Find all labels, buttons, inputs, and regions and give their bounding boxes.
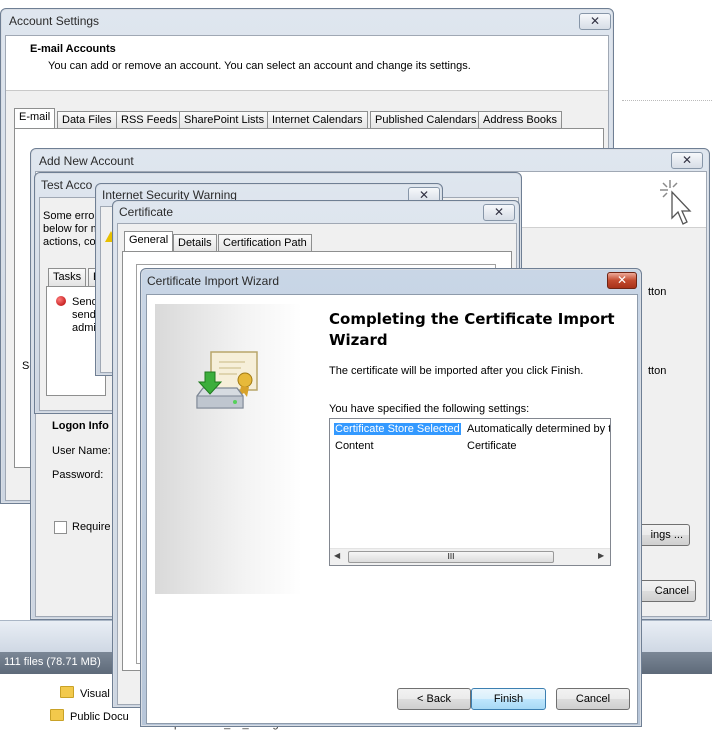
back-button[interactable]: < Back bbox=[397, 688, 471, 710]
email-accounts-heading: E-mail Accounts bbox=[30, 43, 116, 55]
tab-email[interactable]: E-mail bbox=[14, 108, 56, 129]
logon-information-heading: Logon Info bbox=[52, 420, 109, 432]
wizard-heading: Completing the Certificate Import Wizard bbox=[329, 310, 615, 349]
table-row[interactable]: Content Certificate bbox=[334, 439, 608, 455]
finish-button[interactable]: Finish bbox=[471, 688, 546, 710]
close-icon: ✕ bbox=[681, 153, 693, 167]
setting-key: Content bbox=[335, 440, 374, 452]
setting-value: Certificate bbox=[467, 440, 517, 452]
file-count-status: 111 files (78.71 MB) bbox=[4, 656, 101, 668]
window-title: Account Settings bbox=[9, 14, 100, 28]
tree-item-visual[interactable]: Visual bbox=[80, 688, 110, 700]
close-icon: ✕ bbox=[616, 273, 628, 287]
wizard-side-banner bbox=[155, 304, 302, 594]
cancel-button[interactable]: Cancel bbox=[556, 688, 630, 710]
window-title: Certificate Import Wizard bbox=[147, 274, 280, 288]
user-name-label: User Name: bbox=[52, 445, 111, 457]
tab-address-books[interactable]: Address Books bbox=[478, 111, 562, 129]
scroll-grip-icon: III bbox=[447, 552, 455, 561]
close-icon: ✕ bbox=[493, 205, 505, 219]
tab-details[interactable]: Details bbox=[173, 234, 217, 252]
scroll-left-icon[interactable]: ◀ bbox=[334, 551, 340, 560]
close-icon: ✕ bbox=[589, 14, 601, 28]
tab-data-files[interactable]: Data Files bbox=[57, 111, 117, 129]
tab-tasks[interactable]: Tasks bbox=[48, 268, 87, 286]
wizard-client: Completing the Certificate Import Wizard… bbox=[146, 294, 638, 724]
close-button[interactable]: ✕ bbox=[671, 152, 703, 169]
window-title: Test Acco bbox=[41, 178, 93, 192]
mouse-cursor-icon bbox=[660, 180, 692, 225]
close-button[interactable]: ✕ bbox=[579, 13, 611, 30]
password-label: Password: bbox=[52, 469, 104, 481]
error-message-line: actions, co bbox=[43, 236, 96, 248]
table-row[interactable]: Certificate Store Selected Automatically… bbox=[334, 422, 611, 438]
wizard-separator bbox=[155, 673, 631, 674]
error-message-line: below for m bbox=[43, 223, 100, 235]
wizard-message: The certificate will be imported after y… bbox=[329, 365, 584, 377]
require-spa-checkbox[interactable] bbox=[54, 521, 67, 534]
window-title: Add New Account bbox=[39, 154, 134, 168]
settings-label: You have specified the following setting… bbox=[329, 403, 530, 415]
background-window-edge bbox=[614, 0, 712, 150]
tab-rss-feeds[interactable]: RSS Feeds bbox=[116, 111, 183, 129]
close-button[interactable]: ✕ bbox=[607, 272, 637, 289]
tab-published-calendars[interactable]: Published Calendars bbox=[370, 111, 482, 129]
horizontal-scrollbar[interactable]: ◀ III ▶ bbox=[330, 548, 610, 565]
folder-icon bbox=[60, 686, 74, 698]
task-line: admi bbox=[72, 322, 96, 334]
scroll-right-icon[interactable]: ▶ bbox=[598, 551, 604, 560]
tab-sharepoint-lists[interactable]: SharePoint Lists bbox=[179, 111, 270, 129]
certificate-import-wizard-window: Certificate Import Wizard ✕ Completing t… bbox=[140, 268, 642, 727]
certificate-import-icon bbox=[196, 351, 258, 409]
error-icon bbox=[56, 296, 66, 306]
folder-icon bbox=[50, 709, 64, 721]
tab-certification-path[interactable]: Certification Path bbox=[218, 234, 312, 252]
tree-item-public-documents[interactable]: Public Docu bbox=[70, 711, 129, 723]
close-button[interactable]: ✕ bbox=[483, 204, 515, 221]
tab-general[interactable]: General bbox=[124, 231, 174, 252]
setting-key: Certificate Store Selected bbox=[334, 423, 461, 435]
option-text-fragment: tton bbox=[648, 286, 667, 298]
window-title: Certificate bbox=[119, 205, 174, 219]
tab-internet-calendars[interactable]: Internet Calendars bbox=[267, 111, 368, 129]
setting-value: Automatically determined by t bbox=[467, 423, 611, 435]
scrollbar-thumb[interactable]: III bbox=[348, 551, 554, 563]
email-accounts-description: You can add or remove an account. You ca… bbox=[48, 60, 471, 72]
error-message-line: Some error bbox=[43, 210, 99, 222]
settings-list[interactable]: Certificate Store Selected Automatically… bbox=[329, 418, 611, 566]
option-text-fragment: tton bbox=[648, 365, 667, 377]
